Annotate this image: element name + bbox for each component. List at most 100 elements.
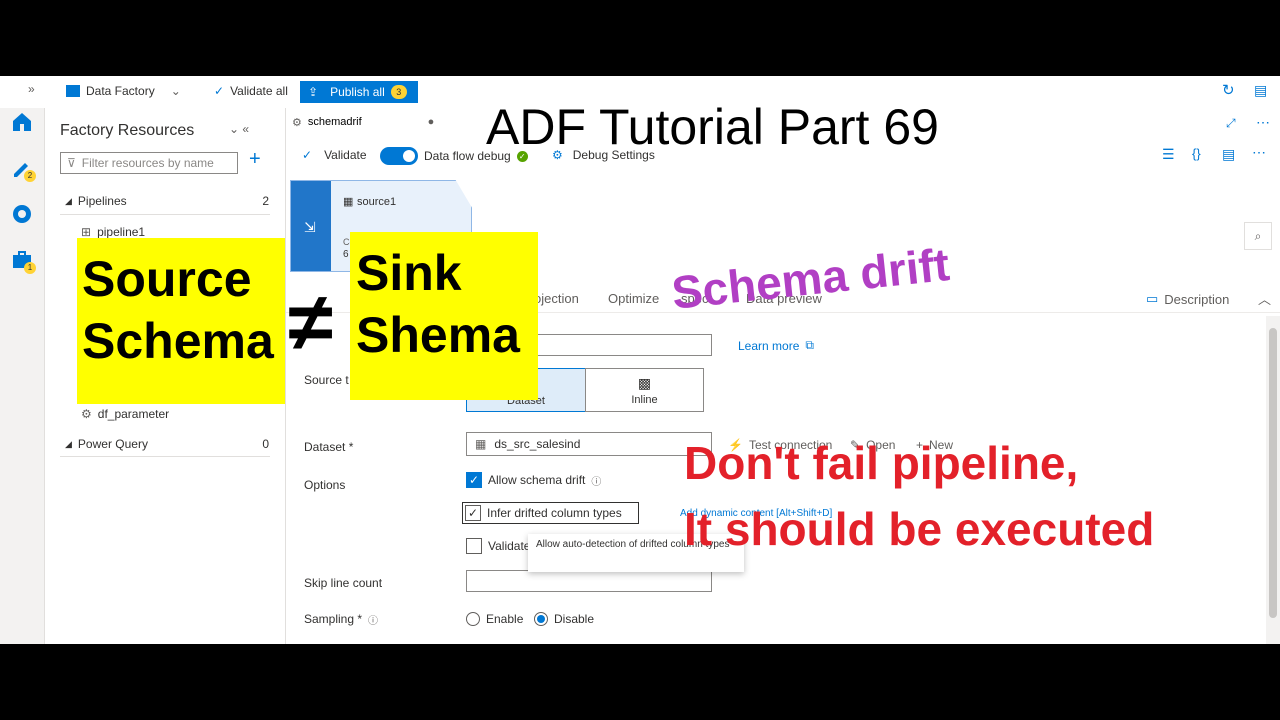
external-link-icon: ⧉ <box>805 338 814 352</box>
power-query-count: 0 <box>262 437 269 451</box>
validate-all-button[interactable]: ✓ Validate all <box>214 84 288 98</box>
sink-word: Sink <box>356 245 462 301</box>
skip-line-count-input[interactable] <box>466 570 712 592</box>
not-equal-sign: ≠ <box>288 277 334 368</box>
sampling-label: Sampling * <box>304 612 363 626</box>
filter-resources-input[interactable]: ⊽ Filter resources by name <box>60 152 238 174</box>
dataflow-icon: ⚙ <box>81 407 92 421</box>
validate-schema-checkbox[interactable]: Validate <box>466 538 530 554</box>
tab-projection[interactable]: ojection <box>534 291 579 306</box>
left-nav: 2 1 <box>0 108 45 644</box>
dataset-label: Dataset * <box>304 440 354 454</box>
divider <box>60 456 270 457</box>
validate-schema-label: Validate <box>488 539 531 553</box>
filter-placeholder: Filter resources by name <box>81 156 214 170</box>
inline-option[interactable]: ▩ Inline <box>585 368 704 412</box>
expand-icon[interactable]: ⤢ <box>1226 116 1236 131</box>
tab-optimize[interactable]: Optimize <box>608 291 659 306</box>
skip-line-count-label: Skip line count <box>304 576 383 590</box>
check-icon: ✓ <box>214 84 225 98</box>
df-parameter-item[interactable]: ⚙ df_parameter <box>81 407 169 421</box>
publish-all-button[interactable]: ⇪ Publish all 3 <box>300 81 418 103</box>
pipelines-group[interactable]: ◢ Pipelines <box>65 194 127 208</box>
validate-all-label: Validate all <box>230 84 288 98</box>
checkbox-checked-icon: ✓ <box>465 505 481 521</box>
refresh-icon[interactable]: ↻ <box>1222 81 1235 99</box>
should-execute-annotation: It should be executed <box>684 503 1155 555</box>
df-parameter-label: df_parameter <box>97 407 170 421</box>
options-label: Options <box>304 478 346 492</box>
chevron-down-icon: ⌄ <box>170 84 181 98</box>
pipeline-icon: ⊞ <box>81 225 92 239</box>
description-button[interactable]: ▭ Description <box>1146 291 1229 307</box>
sampling-enable-radio[interactable]: Enable <box>466 612 523 626</box>
check-icon: ✓ <box>302 148 313 162</box>
clipboard-icon[interactable]: ▤ <box>1254 82 1267 99</box>
infer-drifted-label: Infer drifted column types <box>487 506 622 520</box>
allow-schema-drift-label: Allow schema drift <box>488 473 586 487</box>
chevron-up-icon[interactable]: ︿ <box>1258 289 1271 308</box>
expand-chevron-icon[interactable]: » <box>28 82 35 96</box>
pipeline1-item[interactable]: ⊞ pipeline1 <box>81 225 145 239</box>
code-icon[interactable]: {} <box>1192 146 1201 161</box>
script-icon[interactable]: ☰ <box>1162 146 1175 163</box>
info-icon: ⓘ <box>368 616 379 627</box>
infer-drifted-checkbox[interactable]: ✓ Infer drifted column types <box>462 502 639 524</box>
more-options-icon[interactable]: ⋯ <box>1256 114 1270 131</box>
data-factory-selector[interactable]: Data Factory ⌄ <box>66 84 181 98</box>
source-schema-text: Source Schema <box>82 248 274 372</box>
pipelines-count: 2 <box>262 194 269 208</box>
source-icon: ⇲ <box>304 219 316 235</box>
sampling-label-row: Sampling * ⓘ <box>304 612 378 627</box>
source-icon-bar: ⇲ <box>291 181 331 271</box>
shema-word: Shema <box>356 307 520 363</box>
add-resource-icon[interactable]: + <box>249 148 261 171</box>
inline-option-label: Inline <box>631 393 658 406</box>
inline-grid-icon: ▩ <box>637 374 652 391</box>
debug-toggle-switch[interactable] <box>380 147 418 165</box>
tutorial-title: ADF Tutorial Part 69 <box>486 99 939 155</box>
scroll-thumb[interactable] <box>1269 328 1277 618</box>
tab-schemadrif[interactable]: ⚙ schemadrif ● <box>286 108 451 138</box>
author-pencil-icon[interactable]: 2 <box>10 156 36 182</box>
author-badge: 2 <box>24 170 36 182</box>
validate-button[interactable]: ✓ Validate <box>302 148 367 162</box>
home-icon[interactable] <box>10 110 34 134</box>
power-query-label: Power Query <box>77 437 148 451</box>
radio-unselected-icon <box>466 612 480 626</box>
dataset-value: ds_src_salesind <box>494 437 581 451</box>
sink-schema-text: Sink Shema <box>356 242 520 366</box>
schema-word: Schema <box>82 313 274 369</box>
collapse-all-icon[interactable]: ⌄ « <box>229 122 249 136</box>
zoom-search-icon[interactable]: ⌕ <box>1244 222 1272 250</box>
divider <box>60 214 270 215</box>
source-type-label: Source t <box>304 373 349 387</box>
factory-resources-title: Factory Resources <box>60 122 195 139</box>
enable-label: Enable <box>486 612 524 626</box>
scrollbar[interactable] <box>1266 316 1280 644</box>
sampling-disable-radio[interactable]: Disable <box>534 612 594 626</box>
dataset-icon: ▦ <box>475 437 487 451</box>
info-icon: ⓘ <box>591 476 602 488</box>
disable-label: Disable <box>554 612 595 626</box>
checkbox-unchecked-icon <box>466 538 482 554</box>
properties-icon[interactable]: ▤ <box>1222 146 1235 163</box>
manage-toolbox-icon[interactable]: 1 <box>10 248 36 274</box>
description-label: Description <box>1164 291 1230 307</box>
dataflow-tab-icon: ⚙ <box>292 116 302 129</box>
radio-selected-icon <box>534 612 548 626</box>
dataset-select[interactable]: ▦ ds_src_salesind <box>466 432 712 456</box>
data-factory-label: Data Factory <box>86 84 155 98</box>
dont-fail-annotation: Don't fail pipeline, <box>684 437 1079 489</box>
learn-more-link[interactable]: Learn more ⧉ <box>738 338 814 353</box>
power-query-group[interactable]: ◢ Power Query <box>65 437 148 451</box>
pipelines-label: Pipelines <box>77 194 127 208</box>
tab-label: schemadrif <box>307 116 362 128</box>
upload-icon: ⇪ <box>308 85 319 99</box>
source-word: Source <box>82 251 252 307</box>
monitor-icon[interactable] <box>10 202 34 226</box>
more-options-icon[interactable]: ⋯ <box>1252 144 1266 161</box>
factory-icon <box>66 85 80 97</box>
caret-down-icon: ◢ <box>65 195 72 206</box>
allow-schema-drift-checkbox[interactable]: ✓ Allow schema drift ⓘ <box>466 472 601 488</box>
